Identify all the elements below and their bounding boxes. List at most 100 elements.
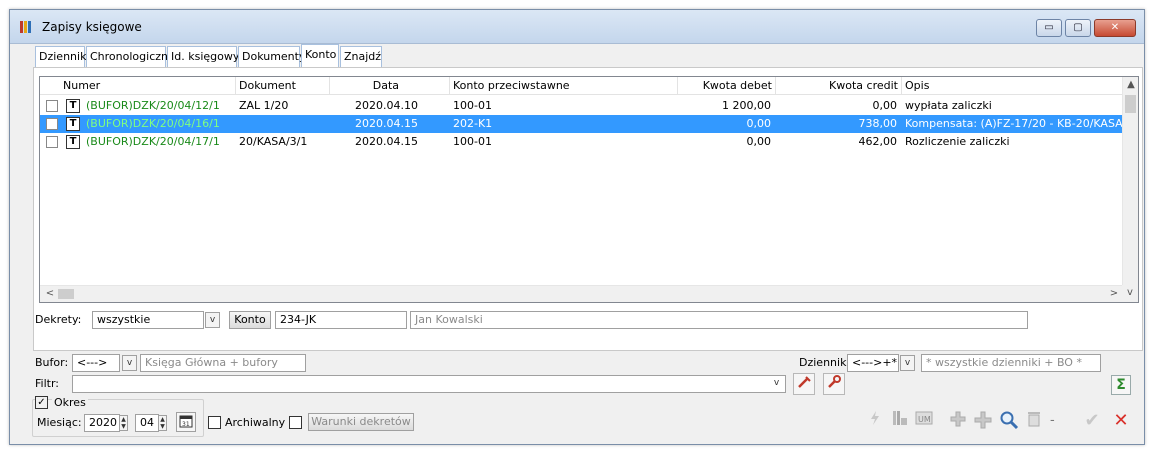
scroll-thumb[interactable] bbox=[1125, 95, 1136, 113]
table-row[interactable]: T (BUFOR)DZK/20/04/17/1 20/KASA/3/1 2020… bbox=[40, 133, 1122, 151]
warunki-dekretow-button[interactable]: Warunki dekretów bbox=[308, 413, 414, 431]
svg-text:UM: UM bbox=[918, 415, 931, 424]
year-spinner[interactable]: ▲ ▼ bbox=[119, 415, 128, 431]
row-checkbox[interactable] bbox=[46, 100, 58, 112]
cell-opis: wypłata zaliczki bbox=[905, 99, 992, 112]
row-checkbox[interactable] bbox=[46, 136, 58, 148]
filtr-input[interactable] bbox=[72, 375, 786, 393]
filtr-label: Filtr: bbox=[35, 377, 59, 390]
entries-grid[interactable]: Numer Dokument Data Konto przeciwstawne … bbox=[39, 76, 1139, 303]
close-window-button[interactable]: ✕ bbox=[1094, 19, 1136, 37]
spin-up-icon[interactable]: ▲ bbox=[160, 416, 165, 423]
search-icon[interactable] bbox=[998, 410, 1020, 432]
cell-data: 2020.04.15 bbox=[355, 117, 418, 130]
scroll-left-icon[interactable]: < bbox=[42, 288, 58, 299]
column-header-kwota-credit[interactable]: Kwota credit bbox=[776, 77, 902, 95]
svg-text:31: 31 bbox=[182, 421, 190, 428]
window: Zapisy księgowe ▭ ▢ ✕ Dzienniki Chronolo… bbox=[9, 9, 1145, 445]
warunki-checkbox[interactable] bbox=[289, 416, 302, 429]
column-header-numer[interactable]: Numer bbox=[40, 77, 236, 95]
month-input[interactable]: 04 bbox=[135, 414, 159, 432]
document-type-icon: T bbox=[66, 99, 80, 113]
konto-button[interactable]: Konto bbox=[229, 311, 271, 329]
scroll-down-icon[interactable]: v bbox=[1122, 287, 1138, 298]
tab-chronologicznie[interactable]: Chronologicznie bbox=[86, 46, 178, 68]
okres-label: Okres bbox=[52, 396, 88, 409]
ledger-view-icon[interactable]: UM bbox=[913, 410, 935, 432]
filter-wrench-icon[interactable] bbox=[823, 373, 845, 395]
add-icon[interactable] bbox=[972, 410, 994, 432]
cell-numer: (BUFOR)DZK/20/04/16/1 bbox=[86, 117, 220, 130]
scroll-corner: v bbox=[1122, 285, 1138, 302]
cell-dokument: ZAL 1/20 bbox=[239, 99, 289, 112]
filtr-dropdown-icon[interactable]: v bbox=[769, 376, 784, 392]
column-header-kwota-debet[interactable]: Kwota debet bbox=[678, 77, 776, 95]
scroll-thumb[interactable] bbox=[58, 289, 74, 299]
lightning-icon[interactable] bbox=[864, 410, 886, 432]
bufor-select[interactable]: <---> bbox=[72, 354, 120, 372]
cell-debet: 1 200,00 bbox=[722, 99, 771, 112]
cell-numer: (BUFOR)DZK/20/04/12/1 bbox=[86, 99, 220, 112]
column-header-dokument[interactable]: Dokument bbox=[236, 77, 330, 95]
horizontal-scrollbar[interactable]: < > bbox=[40, 285, 1124, 302]
spin-down-icon[interactable]: ▼ bbox=[121, 423, 126, 430]
scroll-right-icon[interactable]: > bbox=[1106, 288, 1122, 299]
month-spinner[interactable]: ▲ ▼ bbox=[158, 415, 167, 431]
spin-up-icon[interactable]: ▲ bbox=[121, 416, 126, 423]
cell-dokument: 20/KASA/3/1 bbox=[239, 135, 308, 148]
year-input[interactable]: 2020 bbox=[84, 414, 120, 432]
cell-data: 2020.04.10 bbox=[355, 99, 418, 112]
cell-konto: 202-K1 bbox=[453, 117, 493, 130]
approve-icon[interactable]: ✔ bbox=[1081, 410, 1103, 432]
dziennik-description: * wszystkie dzienniki + BO * bbox=[921, 354, 1101, 372]
cell-debet: 0,00 bbox=[746, 117, 772, 130]
konto-input[interactable]: 234-JK bbox=[275, 311, 407, 329]
calendar-icon[interactable]: 31 bbox=[176, 412, 196, 432]
row-checkbox[interactable] bbox=[46, 118, 58, 130]
close-x-icon[interactable]: ✕ bbox=[1110, 410, 1132, 432]
tab-dzienniki[interactable]: Dzienniki bbox=[35, 46, 90, 68]
tab-dokumenty[interactable]: Dokumenty bbox=[238, 46, 305, 68]
archiwalny-checkbox[interactable] bbox=[208, 416, 221, 429]
document-type-icon: T bbox=[66, 135, 80, 149]
cell-opis: Kompensata: (A)FZ-17/20 - KB-20/KASA/2 bbox=[905, 117, 1122, 130]
spin-down-icon[interactable]: ▼ bbox=[160, 423, 165, 430]
ledger-books-icon bbox=[20, 21, 31, 33]
tab-konto[interactable]: Konto bbox=[301, 44, 339, 68]
window-title: Zapisy księgowe bbox=[42, 20, 142, 34]
column-header-data[interactable]: Data bbox=[330, 77, 450, 95]
dziennik-select[interactable]: <--->+*E bbox=[847, 354, 899, 372]
cell-numer: (BUFOR)DZK/20/04/17/1 bbox=[86, 135, 220, 148]
table-row[interactable]: T (BUFOR)DZK/20/04/12/1 ZAL 1/20 2020.04… bbox=[40, 97, 1122, 115]
cell-data: 2020.04.15 bbox=[355, 135, 418, 148]
sigma-icon[interactable]: Σ bbox=[1111, 375, 1131, 395]
dekrety-select[interactable]: wszystkie bbox=[92, 311, 204, 329]
cell-dokument bbox=[236, 115, 330, 133]
clear-filter-icon[interactable] bbox=[793, 373, 815, 395]
cell-konto: 100-01 bbox=[453, 135, 492, 148]
trash-icon[interactable] bbox=[1023, 410, 1045, 432]
bufor-description: Księga Główna + bufory bbox=[140, 354, 306, 372]
minus-icon[interactable]: - bbox=[1050, 413, 1055, 428]
dziennik-dropdown-icon[interactable]: v bbox=[900, 355, 915, 371]
books-icon[interactable] bbox=[889, 410, 911, 432]
minimize-button[interactable]: ▭ bbox=[1036, 19, 1062, 37]
document-type-icon: T bbox=[66, 117, 80, 131]
table-row-selected[interactable]: T (BUFOR)DZK/20/04/16/1 2020.04.15 202-K… bbox=[40, 115, 1122, 133]
vertical-scrollbar[interactable]: ▲ bbox=[1122, 77, 1138, 286]
cell-credit: 738,00 bbox=[858, 117, 898, 130]
cell-credit: 0,00 bbox=[872, 99, 898, 112]
tab-znajdz[interactable]: Znajdź bbox=[340, 46, 382, 68]
bufor-dropdown-icon[interactable]: v bbox=[122, 355, 137, 371]
okres-checkbox[interactable]: ✓ bbox=[35, 396, 48, 409]
maximize-button[interactable]: ▢ bbox=[1065, 19, 1091, 37]
add-entry-icon[interactable] bbox=[947, 410, 969, 432]
archiwalny-label: Archiwalny bbox=[225, 416, 286, 429]
column-header-opis[interactable]: Opis bbox=[902, 77, 1124, 95]
dekrety-dropdown-icon[interactable]: v bbox=[205, 312, 220, 328]
tab-id-ksiegowy[interactable]: Id. księgowy bbox=[167, 46, 239, 68]
konto-name-field: Jan Kowalski bbox=[410, 311, 1028, 329]
scroll-up-icon[interactable]: ▲ bbox=[1123, 79, 1138, 90]
cell-credit: 462,00 bbox=[858, 135, 898, 148]
column-header-konto-przeciwstawne[interactable]: Konto przeciwstawne bbox=[450, 77, 678, 95]
